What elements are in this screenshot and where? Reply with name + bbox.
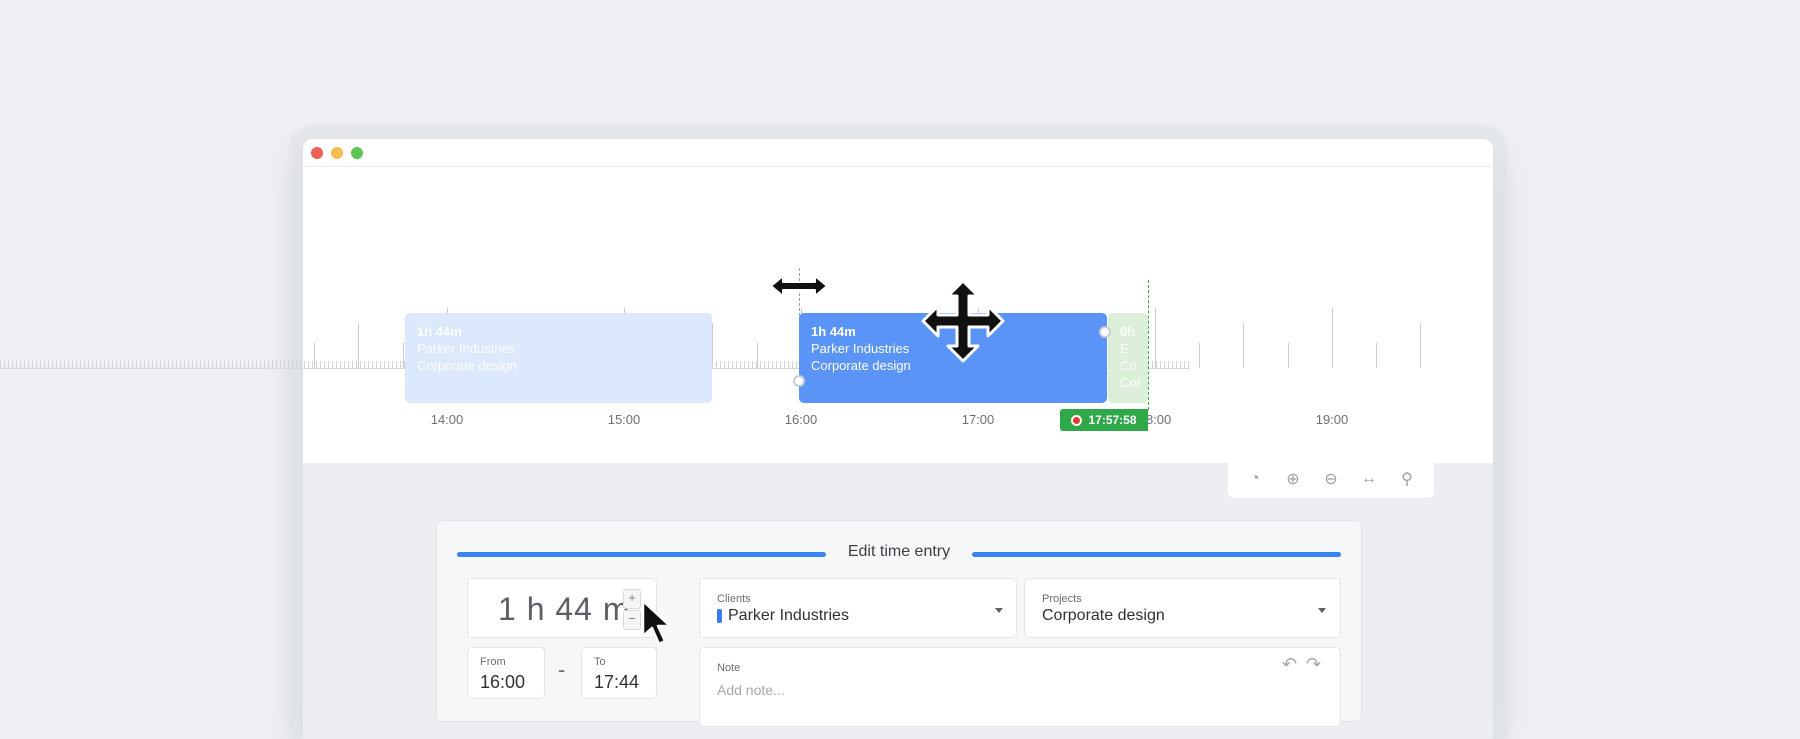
location-pin-icon[interactable]: ⚲ — [1395, 469, 1419, 489]
clock-add-icon[interactable]: ◔ — [1243, 470, 1267, 488]
from-minute[interactable]: 00 — [505, 672, 525, 692]
from-hour[interactable]: 16 — [480, 672, 500, 692]
record-icon — [1071, 414, 1083, 426]
now-indicator-line — [1148, 280, 1149, 410]
hour-label: 17:00 — [961, 412, 995, 427]
note-field[interactable]: Note Add note... ↶ ↷ — [699, 647, 1341, 727]
duration-decrement-button[interactable]: − — [623, 610, 641, 630]
clients-label: Clients — [717, 593, 751, 605]
resize-handle-start[interactable] — [793, 375, 805, 387]
timeline-toolbar: ◔ ⊕ ⊖ ↔ ⚲ — [1228, 460, 1434, 498]
panel-title: Edit time entry — [847, 543, 951, 560]
resize-horizontal-cursor-icon — [770, 275, 828, 297]
timeline-tick — [1243, 323, 1244, 368]
client-color-swatch — [717, 609, 722, 623]
zoom-out-icon[interactable]: ⊖ — [1319, 469, 1343, 489]
clients-value: Parker Industries — [728, 607, 849, 624]
close-window-button[interactable] — [311, 147, 323, 159]
from-time-field[interactable]: From 16:00 — [467, 647, 545, 699]
now-indicator-badge: 17:57:58 — [1060, 409, 1148, 431]
time-entry-running[interactable]: 0h E Co Cor — [1108, 313, 1148, 403]
move-cursor-icon — [921, 279, 1005, 363]
edit-time-entry-panel: Edit time entry 1 h 44 m + − From 16:00 … — [436, 520, 1362, 727]
projects-value: Corporate design — [1042, 607, 1165, 624]
entry-project: Corporate design — [417, 358, 517, 373]
time-separator: - — [558, 657, 566, 682]
from-label: From — [480, 656, 506, 668]
hour-label: 14:00 — [430, 412, 464, 427]
pointer-cursor-icon — [641, 599, 672, 646]
duration-field[interactable]: 1 h 44 m + − — [467, 578, 657, 638]
entry-project: Cor — [1120, 375, 1141, 390]
timeline-tick — [1199, 343, 1200, 368]
chevron-down-icon — [995, 608, 1003, 613]
zoom-in-icon[interactable]: ⊕ — [1281, 469, 1305, 489]
to-minute[interactable]: 44 — [619, 672, 639, 692]
hour-label: 16:00 — [784, 412, 818, 427]
projects-select[interactable]: Projects Corporate design — [1024, 578, 1341, 638]
duration-value: 1 h 44 m — [498, 591, 631, 627]
duration-increment-button[interactable]: + — [623, 589, 641, 609]
timeline-tick — [1332, 308, 1333, 368]
note-label: Note — [717, 662, 741, 674]
timeline-tick — [1288, 343, 1289, 368]
projects-label: Projects — [1042, 593, 1082, 605]
entry-duration: 0h — [1120, 324, 1136, 339]
maximize-window-button[interactable] — [351, 147, 363, 159]
timeline-tick — [1420, 323, 1421, 368]
now-time: 17:57:58 — [1088, 413, 1137, 427]
redo-icon[interactable]: ↷ — [1306, 654, 1321, 675]
clients-select[interactable]: Clients Parker Industries — [699, 578, 1017, 638]
minimize-window-button[interactable] — [331, 147, 343, 159]
title-bar — [303, 139, 1493, 167]
entry-duration: 1h 44m — [417, 324, 462, 339]
undo-icon[interactable]: ↶ — [1282, 654, 1297, 675]
entry-client: Parker Industries — [417, 341, 516, 356]
to-label: To — [594, 656, 606, 668]
to-time-field[interactable]: To 17:44 — [581, 647, 657, 699]
hour-label: 15:00 — [607, 412, 641, 427]
chevron-down-icon — [1318, 608, 1326, 613]
timeline-tick — [1376, 343, 1377, 368]
time-entry-ghost[interactable]: 1h 44m Parker Industries Corporate desig… — [405, 313, 712, 403]
resize-handle-end[interactable] — [1099, 326, 1111, 338]
note-input[interactable]: Add note... — [717, 682, 785, 698]
hour-label: 19:00 — [1315, 412, 1349, 427]
to-hour[interactable]: 17 — [594, 672, 614, 692]
fit-width-icon[interactable]: ↔ — [1357, 470, 1381, 488]
entry-client: E Co — [1120, 341, 1137, 373]
timeline-tick — [1155, 308, 1156, 368]
